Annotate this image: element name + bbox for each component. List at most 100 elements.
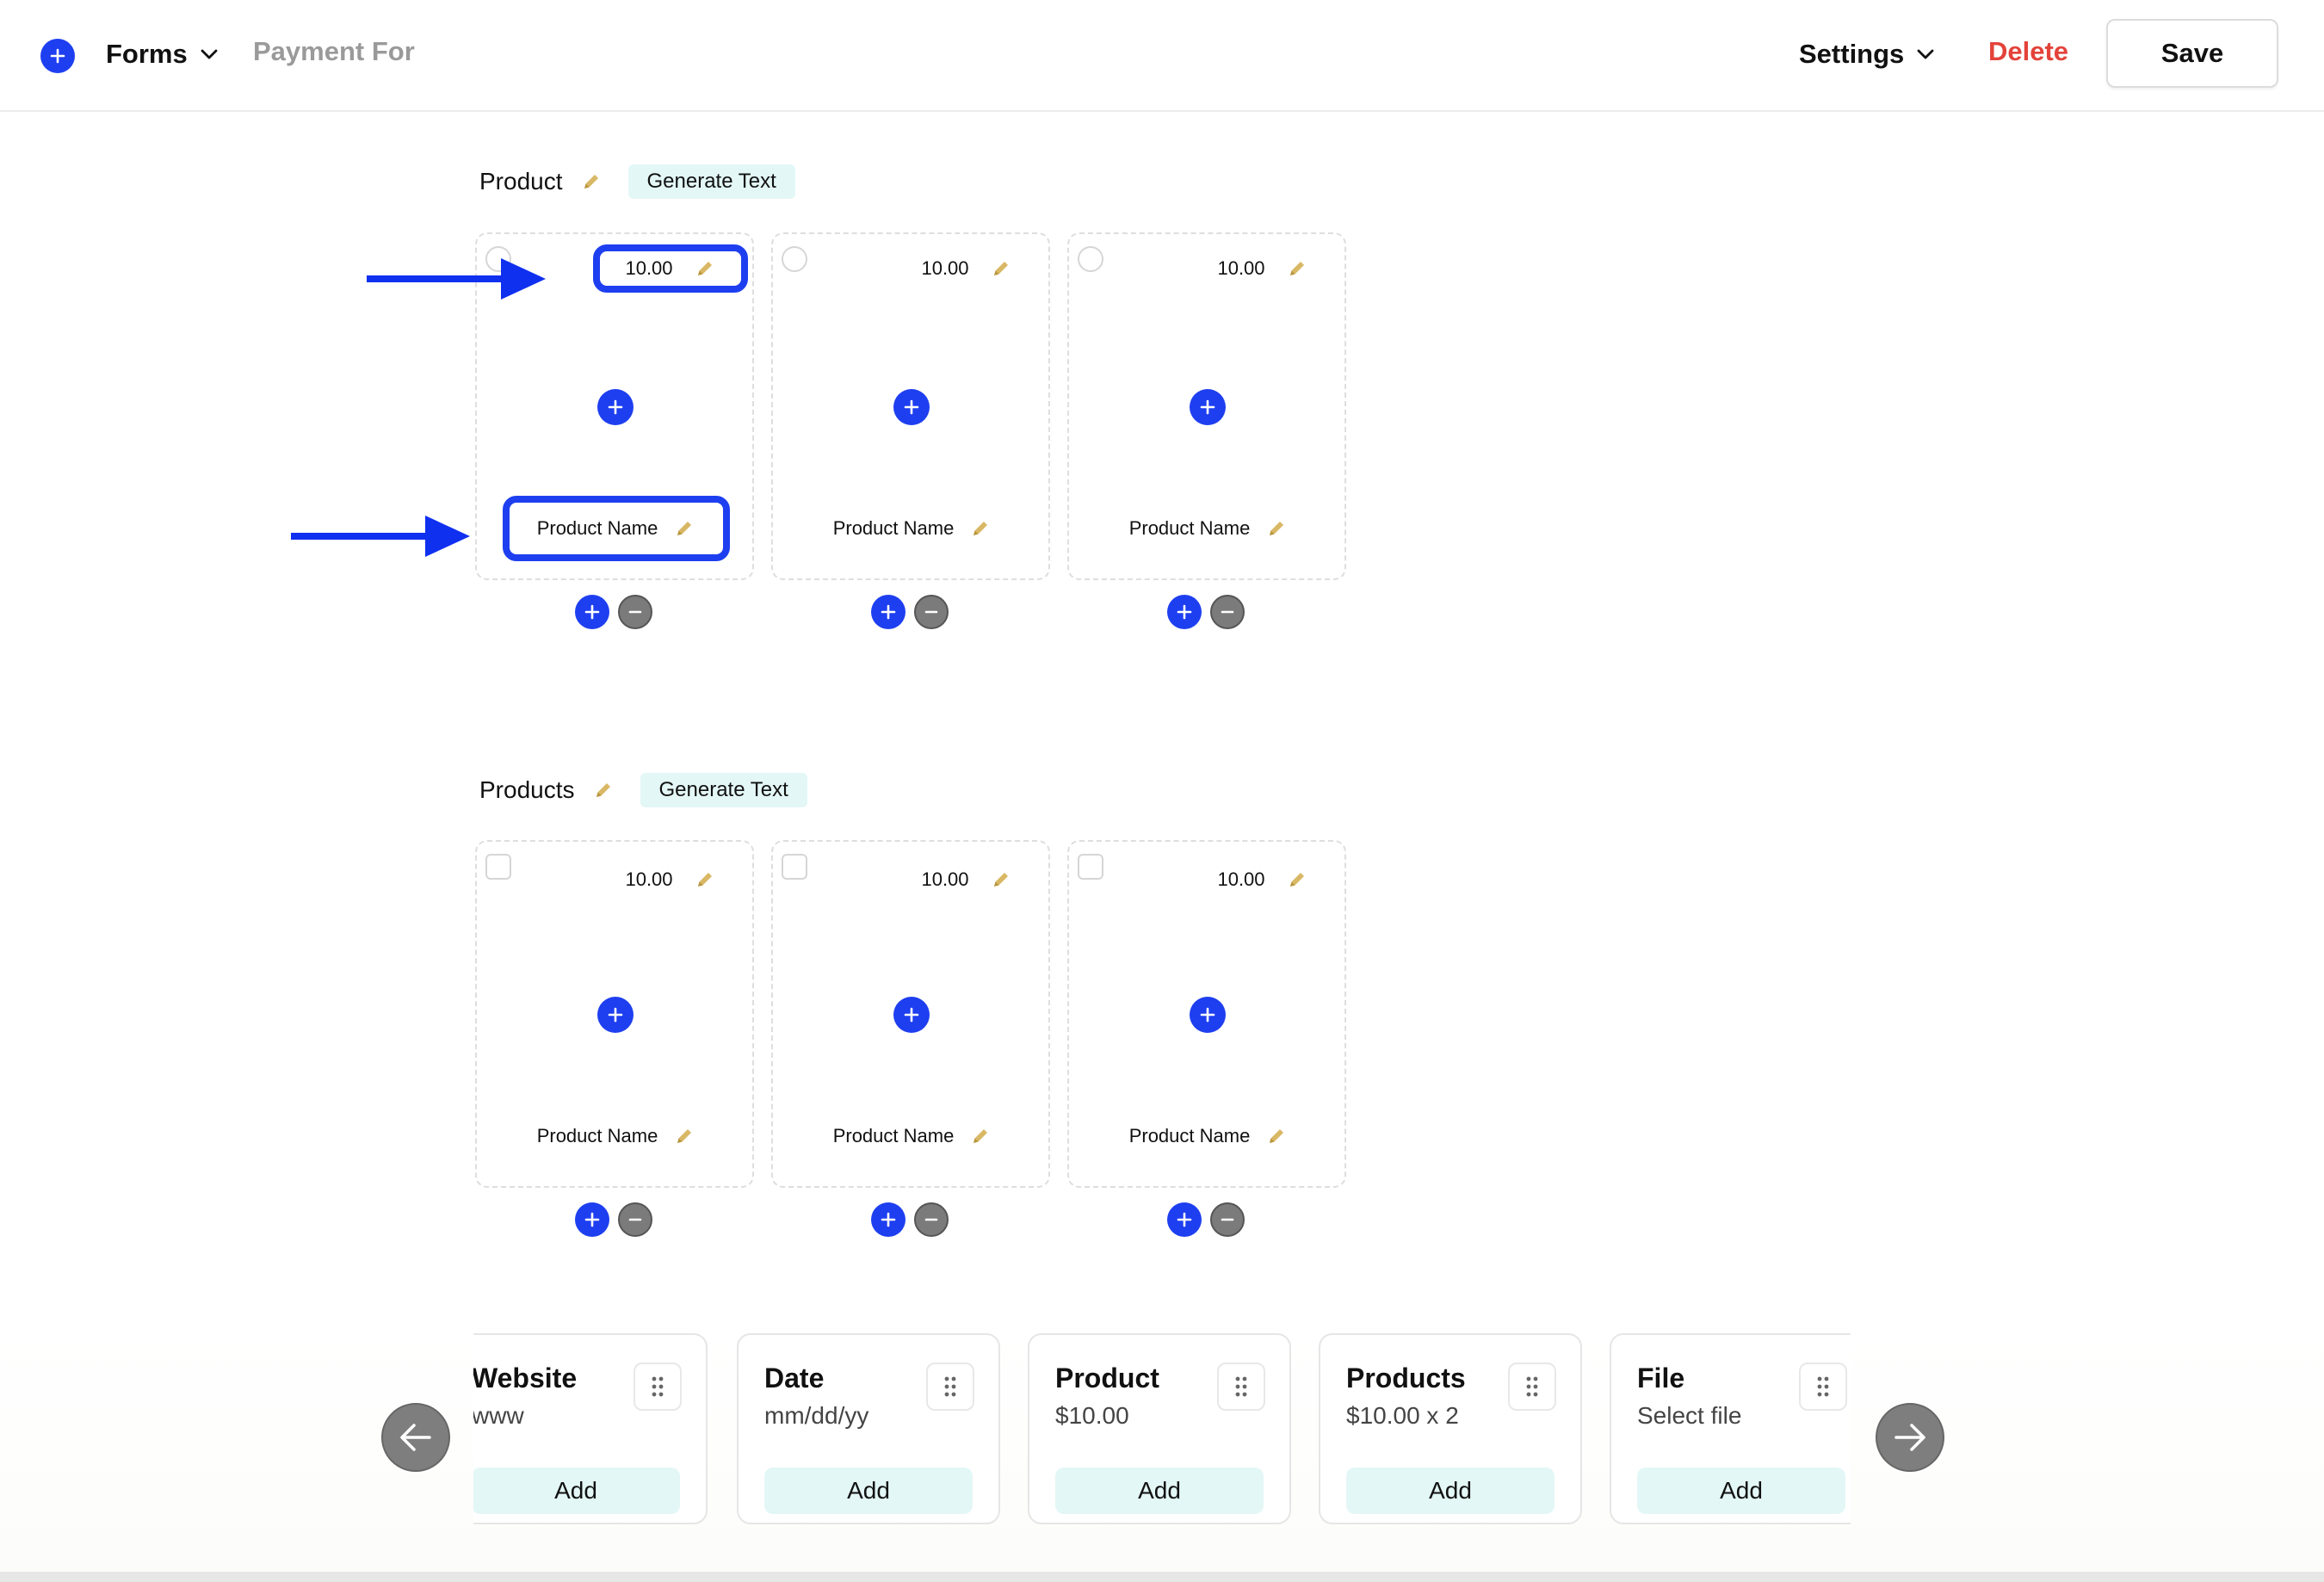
select-checkbox[interactable] [1078,854,1103,880]
drag-dots-icon[interactable] [634,1363,682,1411]
product-name: Product Name [832,517,955,539]
breadcrumb[interactable]: Payment For [253,36,415,67]
name-field[interactable]: Product Name [1095,496,1322,561]
arrow-right-icon[interactable] [1876,1403,1944,1472]
price-value: 10.00 [625,868,673,890]
forms-menu[interactable]: Forms [106,34,219,74]
name-field[interactable]: Product Name [503,1103,730,1169]
product-card: 10.00 Product Name [771,232,1050,580]
generate-text-button[interactable]: Generate Text [627,164,795,199]
pencil-icon[interactable] [1265,517,1288,540]
add-image-button[interactable] [597,389,634,425]
pencil-icon[interactable] [580,170,603,193]
save-button[interactable]: Save [2106,19,2278,88]
select-checkbox[interactable] [782,854,807,880]
field-card-products: Products $10.00 x 2 Add [1319,1333,1582,1524]
add-field-button[interactable]: Add [1346,1468,1554,1514]
add-card-button[interactable] [1167,1202,1202,1237]
field-subtitle: $10.00 x 2 [1346,1402,1459,1429]
pencil-icon[interactable] [969,1125,992,1147]
name-field[interactable]: Product Name [799,496,1026,561]
price-field[interactable]: 10.00 [593,856,748,904]
generate-text-button[interactable]: Generate Text [640,773,807,807]
price-value: 10.00 [921,257,969,279]
add-field-button[interactable]: Add [1637,1468,1845,1514]
field-card-date: Date mm/dd/yy Add [737,1333,1000,1524]
pencil-icon[interactable] [673,517,695,540]
product-card: 10.00 Product Name [771,840,1050,1188]
arrow-left-icon[interactable] [381,1403,450,1472]
name-field[interactable]: Product Name [503,496,730,561]
select-radio[interactable] [1078,246,1103,272]
add-image-button[interactable] [597,997,634,1033]
field-subtitle: mm/dd/yy [764,1402,869,1429]
field-carousel: Website www Add Date mm/dd/yy Add Produc… [473,1330,1851,1536]
delete-button[interactable]: Delete [1988,36,2068,67]
chevron-down-icon [201,49,218,59]
field-card-website: Website www Add [473,1333,708,1524]
section-title: Product [479,168,563,195]
chevron-down-icon [1917,49,1934,59]
add-image-button[interactable] [1190,389,1226,425]
pencil-icon[interactable] [694,257,716,280]
remove-card-button[interactable] [618,595,652,629]
add-field-button[interactable]: Add [1055,1468,1264,1514]
select-radio[interactable] [782,246,807,272]
select-checkbox[interactable] [485,854,511,880]
field-subtitle: www [473,1402,524,1429]
price-value: 10.00 [1217,257,1265,279]
name-field[interactable]: Product Name [799,1103,1026,1169]
name-field[interactable]: Product Name [1095,1103,1322,1169]
section-header: Products Generate Text [479,769,807,812]
drag-dots-icon[interactable] [1217,1363,1265,1411]
add-card-button[interactable] [1167,595,1202,629]
remove-card-button[interactable] [1210,1202,1245,1237]
price-value: 10.00 [625,257,673,279]
pencil-icon[interactable] [673,1125,695,1147]
pencil-icon[interactable] [592,779,615,801]
add-image-button[interactable] [1190,997,1226,1033]
settings-menu[interactable]: Settings [1799,34,1935,74]
add-form-icon[interactable] [40,39,75,73]
product-name: Product Name [1128,517,1251,539]
price-field[interactable]: 10.00 [1185,244,1340,293]
drag-dots-icon[interactable] [1508,1363,1556,1411]
pencil-icon[interactable] [1286,868,1308,891]
field-title: Products [1346,1363,1466,1394]
settings-menu-label: Settings [1799,39,1905,69]
add-field-button[interactable]: Add [473,1468,680,1514]
field-palette: Website www Add Date mm/dd/yy Add Produc… [0,1330,2324,1582]
price-value: 10.00 [1217,868,1265,890]
remove-card-button[interactable] [1210,595,1245,629]
add-card-button[interactable] [575,1202,609,1237]
pencil-icon[interactable] [990,257,1012,280]
price-field[interactable]: 10.00 [889,244,1044,293]
drag-dots-icon[interactable] [1799,1363,1847,1411]
field-title: File [1637,1363,1685,1394]
card-controls [871,1202,949,1237]
add-card-button[interactable] [871,1202,905,1237]
price-field[interactable]: 10.00 [889,856,1044,904]
price-field[interactable]: 10.00 [593,244,748,293]
card-controls [575,1202,652,1237]
add-field-button[interactable]: Add [764,1468,973,1514]
bottom-divider [0,1572,2324,1582]
forms-menu-label: Forms [106,39,188,69]
remove-card-button[interactable] [914,1202,949,1237]
add-card-button[interactable] [871,595,905,629]
annotation-arrow-icon [367,258,546,300]
pencil-icon[interactable] [1286,257,1308,280]
drag-dots-icon[interactable] [926,1363,974,1411]
pencil-icon[interactable] [990,868,1012,891]
add-image-button[interactable] [893,389,930,425]
add-image-button[interactable] [893,997,930,1033]
remove-card-button[interactable] [618,1202,652,1237]
field-title: Website [473,1363,578,1394]
add-card-button[interactable] [575,595,609,629]
product-name: Product Name [536,1125,658,1146]
price-field[interactable]: 10.00 [1185,856,1340,904]
remove-card-button[interactable] [914,595,949,629]
pencil-icon[interactable] [969,517,992,540]
pencil-icon[interactable] [694,868,716,891]
pencil-icon[interactable] [1265,1125,1288,1147]
